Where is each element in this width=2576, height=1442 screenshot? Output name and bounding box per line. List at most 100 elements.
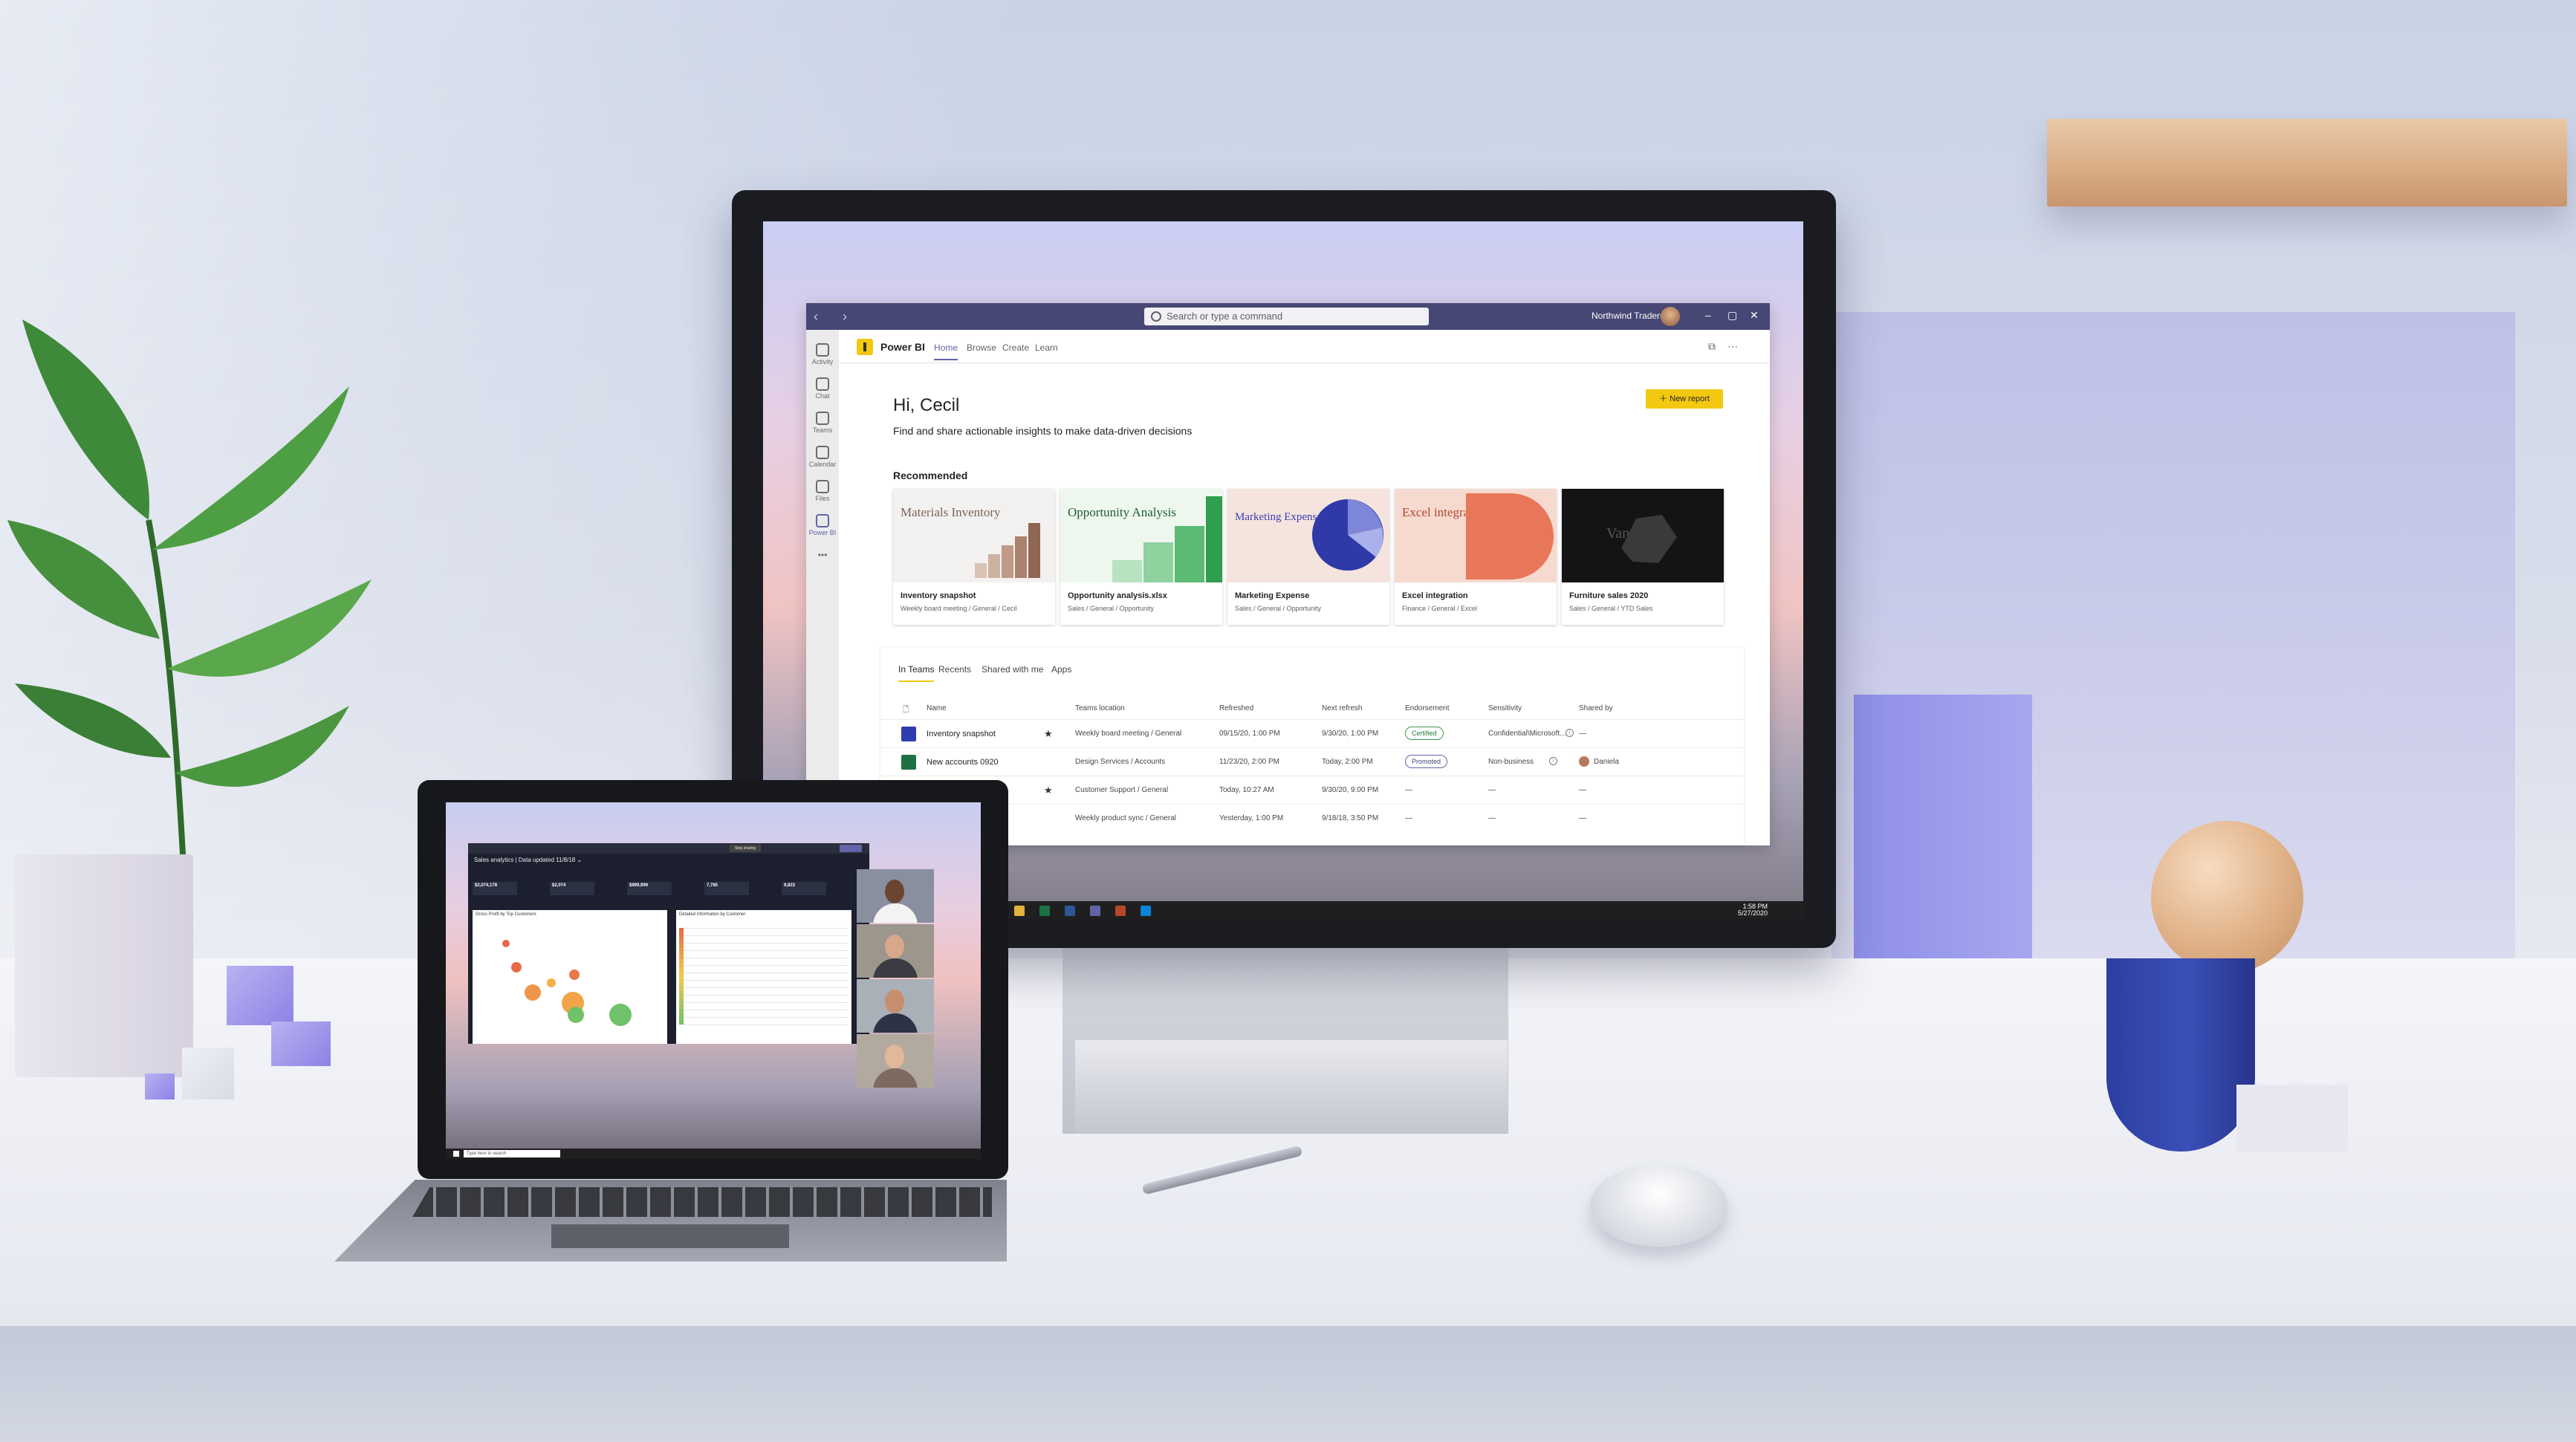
laptop-screen: Stop sharing Sales analytics | Data upda… [446,802,981,1159]
kpi-card: $999,999 [627,882,672,895]
tab-shared-with-me[interactable]: Shared with me [982,664,1043,675]
bubble-mark [525,984,541,1001]
rail-powerbi[interactable]: Power BI [806,514,839,536]
laptop-keys [412,1187,992,1217]
wooden-ball [2151,821,2303,973]
nav-arrows-icon[interactable]: ‹ › [814,309,857,325]
table-row[interactable]: Weekly product sync / General Yesterday,… [880,804,1744,833]
table-row[interactable]: ★ Customer Support / General Today, 10:2… [880,776,1744,805]
doc-column-icon: 🗋 [903,706,909,714]
star-icon[interactable]: ★ [1044,728,1053,740]
laptop-taskbar: Type here to search [446,1149,981,1159]
search-icon [1151,311,1161,322]
tab-in-teams[interactable]: In Teams [898,664,935,682]
card-name: Inventory snapshot [901,591,976,600]
minimize-icon[interactable]: – [1705,309,1711,321]
teams-title-bar: ‹ › Search or type a command Northwind T… [806,303,1770,330]
tab-learn[interactable]: Learn [1035,342,1058,353]
app-name: Power BI [880,341,925,353]
col-location[interactable]: Teams location [1075,704,1125,712]
green-bars-chart-icon [1112,496,1222,582]
meeting-toolbar: Stop sharing [468,843,869,854]
rail-files[interactable]: Files [806,480,839,502]
rail-activity[interactable]: Activity [806,343,839,366]
pie-chart-icon [1312,499,1383,571]
card-path: Sales / General / YTD Sales [1569,605,1653,612]
recommended-card[interactable]: VanArsdel Furniture sales 2020 Sales / G… [1562,489,1724,625]
col-refreshed[interactable]: Refreshed [1219,704,1253,712]
video-tile[interactable] [857,1034,934,1088]
plant-image [7,319,372,907]
chat-icon [816,377,829,391]
rail-chat[interactable]: Chat [806,377,839,400]
col-shared-by[interactable]: Shared by [1579,704,1613,712]
tab-apps[interactable]: Apps [1051,664,1071,675]
recommended-card[interactable]: Materials Inventory Inventory snapshot W… [893,489,1055,625]
file-explorer-icon[interactable] [1014,906,1025,916]
maximize-icon[interactable]: ▢ [1727,309,1737,322]
status-badge: Promoted [1405,755,1448,768]
orange-shape-icon [1466,493,1554,579]
table-row[interactable]: New accounts 0920 Design Services / Acco… [880,747,1744,776]
bubble-mark [569,970,580,980]
sales-analytics-window: Stop sharing Sales analytics | Data upda… [468,843,869,1044]
video-tile[interactable] [857,869,934,923]
teams-icon [816,412,829,425]
powerbi-report-icon [901,727,916,741]
info-icon[interactable]: i [1549,757,1557,765]
teams-icon[interactable] [1090,906,1100,916]
search-input[interactable]: Search or type a command [1144,308,1429,325]
powerbi-header: Power BI Home Browse Create Learn ⧉ ⋯ [839,330,1770,363]
recommended-card[interactable]: Marketing Expense Marketing Expense Sale… [1227,489,1389,625]
card-path: Sales / General / Opportunity [1068,605,1155,612]
tab-recents[interactable]: Recents [938,664,971,675]
word-icon[interactable] [1065,906,1075,916]
col-sensitivity[interactable]: Sensitivity [1488,704,1522,712]
onedrive-icon[interactable] [1141,906,1151,916]
tab-create[interactable]: Create [1002,342,1029,353]
video-tile[interactable] [857,924,934,978]
info-icon[interactable]: i [1566,729,1574,737]
share-button[interactable] [840,845,862,852]
popout-icon[interactable]: ⧉ [1708,340,1716,353]
blue-vase [2106,958,2255,1152]
tab-home[interactable]: Home [934,342,958,360]
bubble-mark [609,1004,632,1026]
rail-more[interactable]: ••• [806,550,839,560]
bell-icon [816,343,829,357]
col-name[interactable]: Name [927,704,947,712]
rail-calendar[interactable]: Calendar [806,446,839,468]
col-next-refresh[interactable]: Next refresh [1322,704,1362,712]
windows-start-icon[interactable] [453,1151,459,1157]
card-thumbnail: Opportunity Analysis [1060,489,1222,582]
taskbar-search-input[interactable]: Type here to search [464,1150,560,1157]
stop-sharing-button[interactable]: Stop sharing [730,845,761,852]
powerbi-icon [816,514,829,527]
table-row[interactable]: Inventory snapshot ★ Weekly board meetin… [880,719,1744,748]
video-tile[interactable] [857,979,934,1033]
rail-teams[interactable]: Teams [806,412,839,434]
more-options-icon[interactable]: ⋯ [1727,340,1738,353]
report-title: Sales analytics | Data updated 11/8/18 ⌄ [474,857,583,863]
excel-icon[interactable] [1039,906,1050,916]
powerpoint-icon[interactable] [1115,906,1126,916]
page-subtitle: Find and share actionable insights to ma… [893,425,1193,437]
vase-block [2236,1085,2348,1152]
status-badge: Certified [1405,727,1444,740]
card-thumbnail: VanArsdel [1562,489,1724,582]
tab-browse[interactable]: Browse [967,342,996,353]
bubble-mark [502,940,510,947]
card-name: Excel integration [1402,591,1468,600]
star-icon[interactable]: ★ [1044,785,1053,796]
col-endorsement[interactable]: Endorsement [1405,704,1449,712]
calendar-icon [816,446,829,459]
recommended-card[interactable]: Excel integration Excel integration Fina… [1395,489,1557,625]
recommended-card[interactable]: Opportunity Analysis Opportunity analysi… [1060,489,1222,625]
close-icon[interactable]: ✕ [1750,309,1759,322]
avatar[interactable] [1661,307,1680,326]
staircase-chart-icon [975,523,1040,578]
new-report-button[interactable]: ＋ New report [1646,389,1723,409]
taskbar-clock[interactable]: 1:58 PM 5/27/2020 [1738,903,1768,917]
wooden-shelf [2047,119,2567,207]
customer-table-panel: Detailed Information by Customer [676,910,851,1044]
